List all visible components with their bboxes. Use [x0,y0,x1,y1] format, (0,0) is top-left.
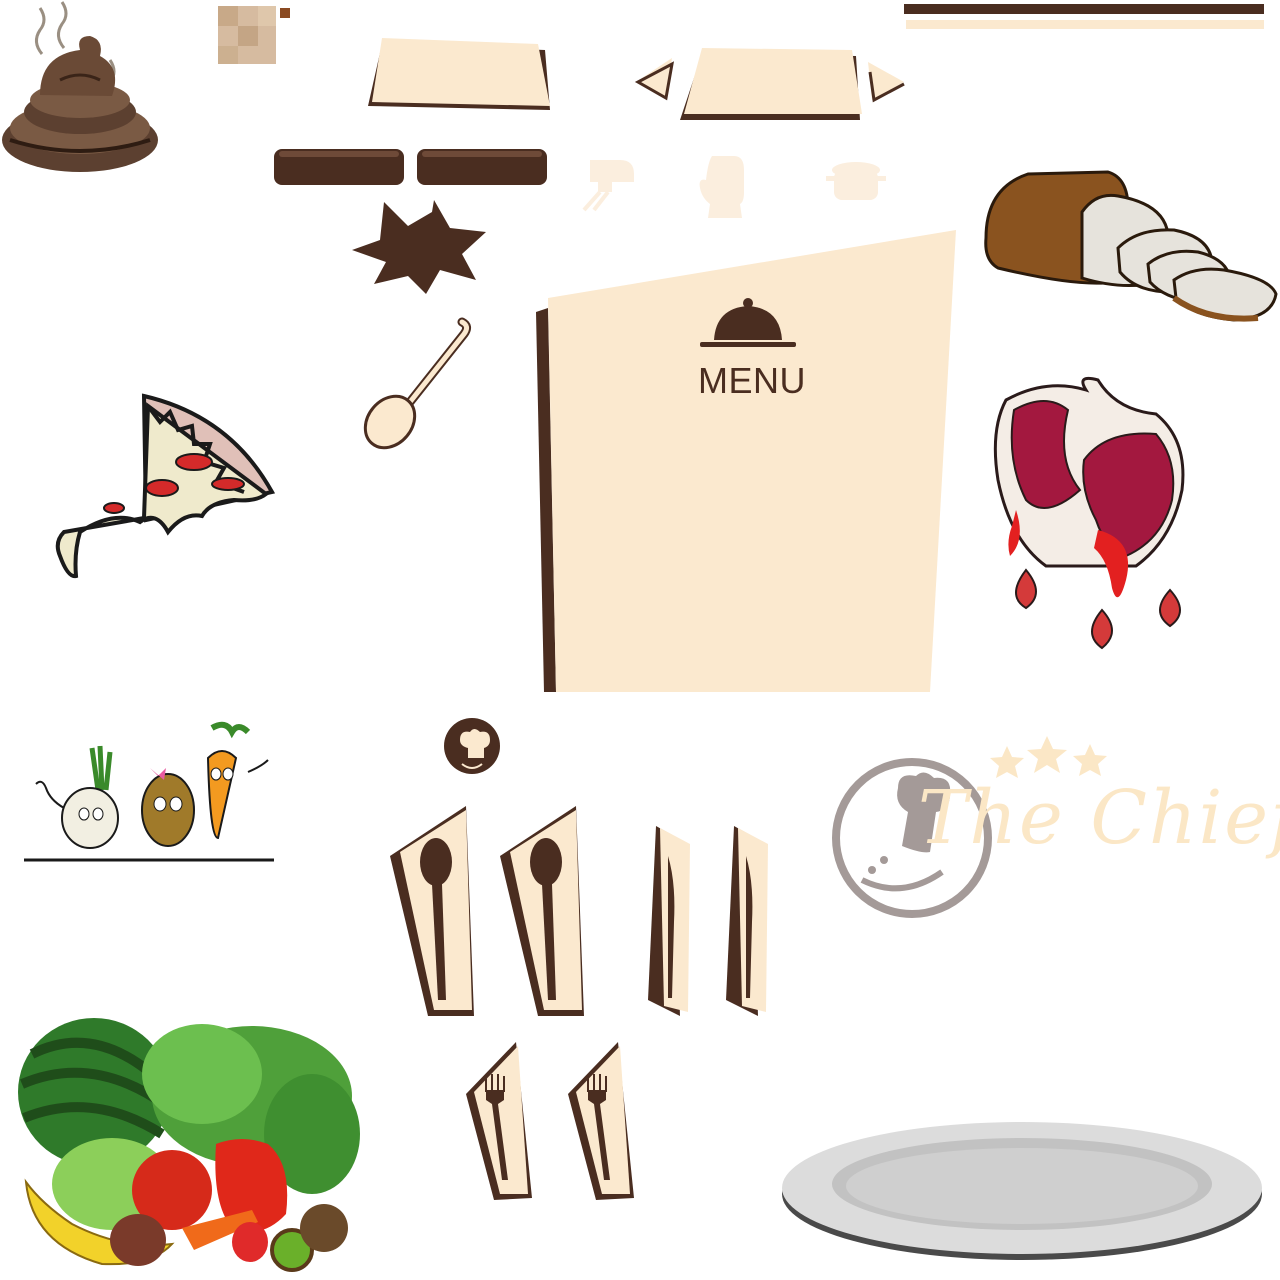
starburst-shape [350,198,490,296]
menu-panel[interactable] [534,228,960,694]
poop-icon[interactable] [0,0,165,175]
knife-card[interactable] [646,822,696,1018]
menu-tab-arrows[interactable] [634,44,909,124]
pizza-slice-icon[interactable] [44,392,276,580]
divider-bars [904,4,1266,30]
texture-swatch [218,6,293,66]
bread-icon[interactable] [978,168,1280,326]
knife-card[interactable] [724,822,774,1018]
chef-hat-badge-icon[interactable] [442,718,502,778]
dark-button[interactable] [273,148,405,186]
brand-text: The Chief [918,775,1280,861]
spoon-card[interactable] [498,804,588,1020]
fork-card[interactable] [564,1040,638,1204]
fruit-vegetable-pile-icon[interactable] [2,1014,364,1278]
spoon-icon[interactable] [358,316,473,450]
oven-mitt-icon [698,152,750,220]
plate-icon[interactable] [780,1112,1264,1264]
menu-tab[interactable] [360,36,555,116]
menu-title: MENU [698,360,806,401]
star-icon-row [990,736,1107,778]
spoon-card[interactable] [388,804,478,1020]
steak-icon[interactable] [986,370,1196,656]
mixer-icon [570,152,640,214]
pot-icon [826,156,886,206]
veggie-characters-icon[interactable] [22,718,277,864]
dark-button[interactable] [416,148,548,186]
fork-card[interactable] [462,1040,536,1204]
